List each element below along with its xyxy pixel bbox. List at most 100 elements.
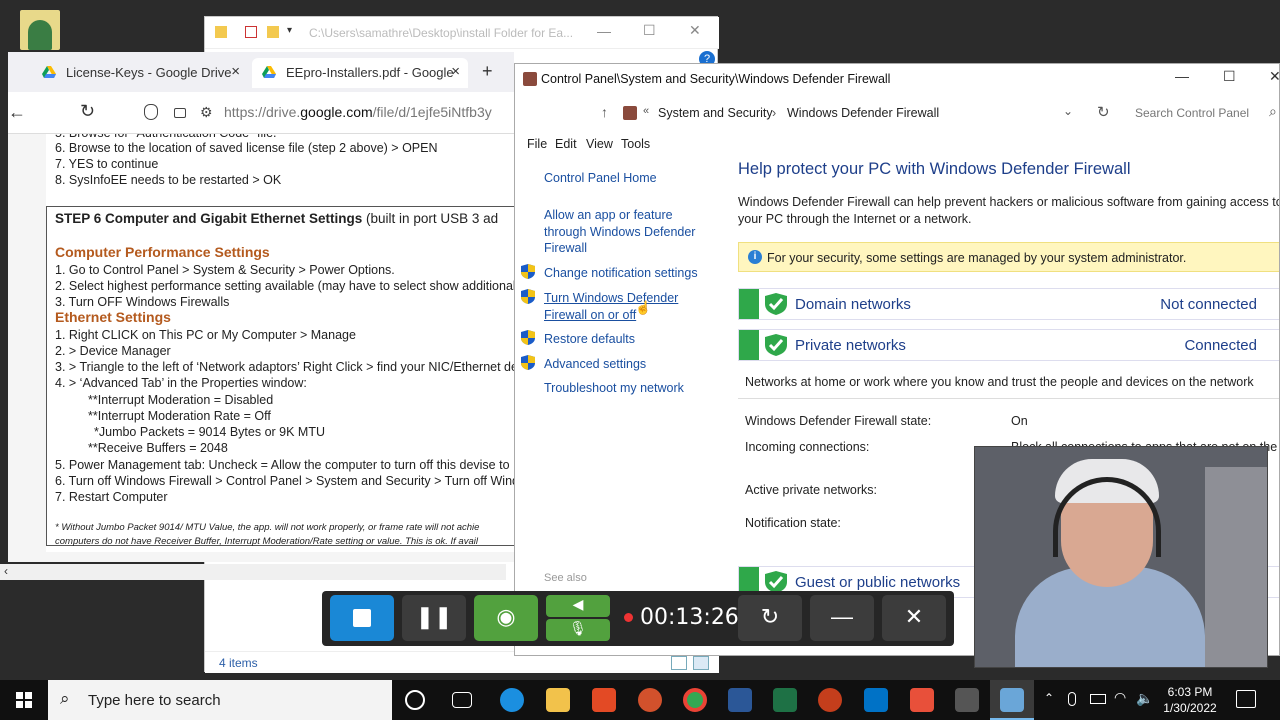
folder-icon [215,26,227,38]
notification-center-icon[interactable] [1236,690,1256,708]
doc-line: 4. > ‘Advanced Tab’ in the Properties wi… [55,376,307,390]
chevron-down-icon[interactable]: ▾ [287,25,292,36]
new-folder-icon[interactable] [267,26,279,38]
sidebar-troubleshoot[interactable]: Troubleshoot my network [544,380,684,397]
search-input[interactable]: Search Control Panel [1135,106,1249,120]
pause-button[interactable]: ❚❚ [402,595,466,641]
office-icon[interactable] [592,688,616,712]
powerpoint-icon[interactable] [818,688,842,712]
sidebar-allow-app[interactable]: Allow an app or feature through Windows … [544,207,704,257]
menu-edit[interactable]: Edit [555,137,577,151]
back-arrow-icon[interactable]: ← [8,102,26,123]
menu-tools[interactable]: Tools [621,137,650,151]
details-view-icon[interactable] [671,656,687,670]
active-app-control-panel[interactable] [990,680,1034,720]
navigation-bar: ← ↻ ⚙ https://drive.google.com/file/d/1e… [8,92,514,134]
search-icon[interactable]: ⌕ [1269,103,1277,120]
reload-icon[interactable]: ↻ [80,101,95,122]
permissions-icon[interactable]: ⚙ [200,104,213,121]
task-view-icon[interactable] [452,692,472,708]
battery-icon[interactable] [1090,694,1106,704]
sidebar-advanced-settings[interactable]: Advanced settings [544,356,646,373]
sidebar-control-panel-home[interactable]: Control Panel Home [544,170,657,187]
speaker-button[interactable]: ◀ [546,595,610,617]
wifi-icon[interactable]: ◠ [1114,689,1126,706]
restart-icon: ↻ [760,604,780,629]
doc-line: 1. Right CLICK on This PC or My Computer… [55,328,356,342]
shield-icon [521,330,535,345]
minimize-toolbar-button[interactable]: — [810,595,874,641]
microphone-icon[interactable] [1068,692,1076,706]
restart-button[interactable]: ↻ [738,595,802,641]
close-icon[interactable]: ✕ [689,22,701,39]
tracking-shield-icon[interactable] [144,104,158,120]
minimize-icon[interactable]: — [1175,68,1189,84]
horizontal-scrollbar[interactable]: ‹ [0,564,506,580]
scroll-left-icon[interactable]: ‹ [4,564,8,578]
desktop-user-icon[interactable] [20,10,60,50]
breadcrumb-firewall[interactable]: Windows Defender Firewall [787,106,939,120]
network-name: Guest or public networks [795,574,961,591]
private-networks-row[interactable]: Private networks Connected [738,329,1279,361]
explorer-titlebar: ▾ C:\Users\samathre\Desktop\install Fold… [205,17,719,49]
outlook-icon[interactable] [864,688,888,712]
taskbar: ⌕ Type here to search ⌃ ◠ 🔈 6:03 PM 1/30… [0,680,1280,720]
doc-line: 6. Turn off Windows Firewall > Control P… [55,474,514,488]
firefox-icon[interactable] [638,688,662,712]
close-tab-icon[interactable]: × [451,63,460,80]
doc-line: 2. Select highest performance setting av… [55,279,514,293]
taskbar-search-box[interactable]: ⌕ Type here to search [48,680,392,720]
cortana-icon[interactable] [405,690,425,710]
chevron-down-icon[interactable]: ⌄ [1063,104,1073,118]
domain-networks-row[interactable]: Domain networks Not connected [738,288,1279,320]
url-bar[interactable]: https://drive.google.com/file/d/1ejfe5iN… [224,104,492,120]
edge-icon[interactable] [500,688,524,712]
control-panel-icon [1000,688,1024,712]
window-title: Control Panel\System and Security\Window… [541,72,891,86]
microphone-button[interactable]: 🎙 [546,619,610,641]
chrome-icon[interactable] [683,688,707,712]
minimize-icon[interactable]: — [597,23,611,39]
maximize-icon[interactable]: ☐ [1223,68,1236,85]
breadcrumb-system-security[interactable]: System and Security [658,106,773,120]
excel-icon[interactable] [773,688,797,712]
menu-file[interactable]: File [527,137,547,151]
eepro-icon[interactable] [955,688,979,712]
word-icon[interactable] [728,688,752,712]
sidebar-restore-defaults[interactable]: Restore defaults [544,331,635,348]
properties-checkbox-icon[interactable] [245,26,257,38]
doc-line: 5. Browse for "Authentication Code" file… [55,134,277,140]
cancel-recording-button[interactable]: ✕ [882,595,946,641]
stop-recording-button[interactable] [330,595,394,641]
large-icons-view-icon[interactable] [693,656,709,670]
webcam-button[interactable]: ◉ [474,595,538,641]
doc-line: 3. Turn OFF Windows Firewalls [55,295,230,309]
lock-icon[interactable] [174,108,186,118]
address-bar: ↑ « System and Security › Windows Defend… [515,98,1279,128]
browser-window: License-Keys - Google Drive × EEpro-Inst… [8,52,514,562]
info-icon: i [748,250,762,264]
refresh-icon[interactable]: ↻ [1097,103,1110,121]
sidebar-turn-firewall-on-off[interactable]: Turn Windows Defender Firewall on or off [544,290,684,323]
chevron-up-icon[interactable]: ⌃ [1044,691,1054,705]
maximize-icon[interactable]: ☐ [643,22,656,39]
up-arrow-icon[interactable]: ↑ [601,104,608,120]
breadcrumb-overflow[interactable]: « [643,105,649,117]
tab-license-keys[interactable]: License-Keys - Google Drive × [32,58,248,88]
close-tab-icon[interactable]: × [231,63,240,80]
new-tab-icon[interactable]: + [482,61,493,82]
shield-icon [521,264,535,279]
system-clock[interactable]: 6:03 PM 1/30/2022 [1150,684,1230,716]
snagit-icon[interactable] [910,688,934,712]
windows-start-icon[interactable] [0,680,48,720]
menu-view[interactable]: View [586,137,613,151]
tab-eepro-installers[interactable]: EEpro-Installers.pdf - Google × [252,58,468,88]
file-explorer-icon[interactable] [546,688,570,712]
doc-line: 1. Go to Control Panel > System & Securi… [55,263,395,277]
green-shield-check-icon [765,571,787,593]
eth-heading: Ethernet Settings [55,309,171,325]
doc-line: 7. Restart Computer [55,490,168,504]
close-icon[interactable]: ✕ [1269,68,1279,85]
sidebar-change-notification[interactable]: Change notification settings [544,265,698,282]
item-count: 4 items [219,656,258,670]
